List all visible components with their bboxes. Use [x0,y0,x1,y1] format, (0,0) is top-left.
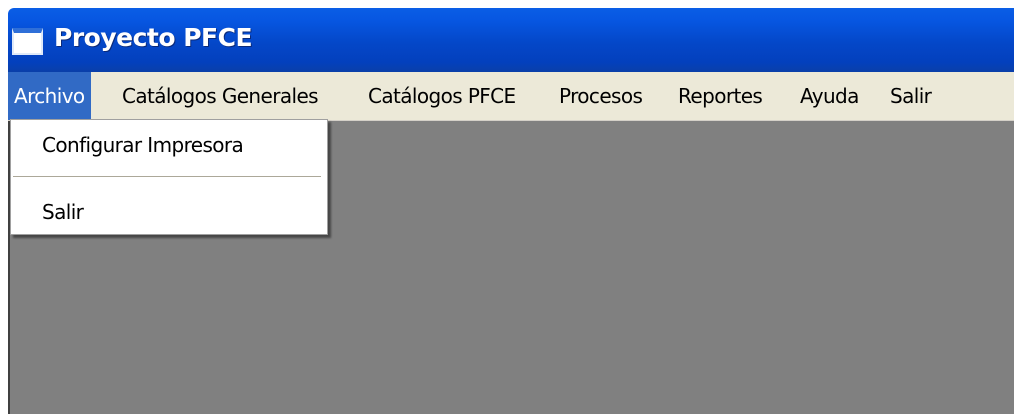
menu-catalogos-pfce[interactable]: Catálogos PFCE [362,72,522,120]
archivo-dropdown-menu: Configurar Impresora Salir [10,119,328,235]
menu-salir[interactable]: Salir [884,72,937,120]
app-window: Proyecto PFCE Archivo Catálogos Generale… [8,8,1014,414]
menu-item-salir[interactable]: Salir [12,192,326,232]
menu-separator [13,176,321,178]
menu-catalogos-generales[interactable]: Catálogos Generales [116,72,324,120]
window-app-icon[interactable] [12,28,43,55]
title-bar[interactable]: Proyecto PFCE [8,8,1014,72]
menu-reportes[interactable]: Reportes [672,72,768,120]
menu-procesos[interactable]: Procesos [553,72,648,120]
menu-ayuda[interactable]: Ayuda [794,72,865,120]
menu-bar: Archivo Catálogos Generales Catálogos PF… [8,72,1014,121]
menu-item-configurar-impresora[interactable]: Configurar Impresora [12,125,326,165]
menu-archivo[interactable]: Archivo [8,72,91,120]
window-title: Proyecto PFCE [54,23,253,52]
